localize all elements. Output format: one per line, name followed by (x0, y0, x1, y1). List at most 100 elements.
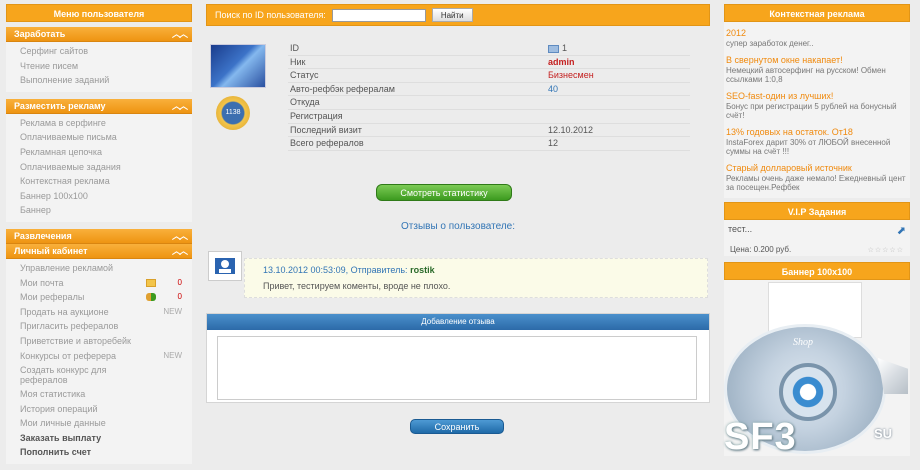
search-input[interactable] (331, 8, 426, 22)
review-text: Привет, тестируем коменты, вроде не плох… (263, 281, 451, 291)
ad-title[interactable]: В свернутом окне накапает! (726, 55, 910, 65)
rating-stars: ☆☆☆☆☆ (867, 247, 904, 254)
review-header: 13.10.2012 00:53:09, Отправитель: rostik (263, 265, 707, 275)
chevron-up-icon[interactable]: ︿︿ (172, 229, 188, 244)
gear-icon (779, 363, 837, 421)
ad-item[interactable]: Старый долларовый источник Рекламы очень… (726, 163, 910, 192)
profile-row-id: ID 1 (288, 42, 690, 56)
ad-title[interactable]: 13% годовых на остаток. От18 (726, 127, 910, 137)
add-review-panel: Добавление отзыва (206, 313, 710, 403)
sidebar-item-history[interactable]: История операций (6, 402, 192, 417)
sidebar-item-label: Мои рефералы (20, 292, 85, 303)
review-textarea[interactable] (217, 336, 697, 400)
reviewer-avatar (208, 251, 242, 281)
sidebar-item-surfing[interactable]: Серфинг сайтов (6, 44, 192, 59)
sidebar-item-label: Продать на аукционе (20, 306, 109, 317)
sidebar-item-invite[interactable]: Пригласить рефералов (6, 319, 192, 334)
sidebar-item-greeting[interactable]: Приветствие и авторебейк (6, 334, 192, 349)
save-button[interactable]: Сохранить (410, 419, 504, 434)
sidebar-item-paid-mails[interactable]: Оплачиваемые письма (6, 130, 192, 145)
earn-menu-list: Серфинг сайтов Чтение писем Выполнение з… (6, 42, 192, 92)
sidebar-item-paid-tasks[interactable]: Оплачиваемые задания (6, 160, 192, 175)
sidebar-item-my-stats[interactable]: Моя статистика (6, 387, 192, 402)
ad-desc: Бонус при регистрации 5 рублей на бонусн… (726, 102, 897, 120)
profile-row-last-visit: Последний визит 12.10.2012 (288, 124, 690, 138)
search-button[interactable]: Найти (431, 8, 473, 22)
advertise-menu-list: Реклама в серфинге Оплачиваемые письма Р… (6, 113, 192, 222)
sidebar-item-personal-data[interactable]: Мои личные данные (6, 416, 192, 431)
vip-task[interactable]: тест... ⬈ Цена: 0.200 руб. ☆☆☆☆☆ (724, 220, 910, 256)
banner-area[interactable]: Shop SF3 SU (724, 280, 910, 458)
ad-desc: супер заработок денег.. (726, 39, 814, 48)
user-search-bar: Поиск по ID пользователя: Найти (206, 4, 710, 26)
profile-row-status: Статус Бизнесмен (288, 69, 690, 83)
view-stats-button[interactable]: Смотреть статистику (376, 184, 512, 201)
profile-key: Всего рефералов (290, 138, 364, 149)
sidebar-item-withdraw[interactable]: Заказать выплату (6, 431, 192, 446)
sidebar-item-contests[interactable]: Конкурсы от реферера NEW (6, 349, 192, 364)
ad-item[interactable]: В свернутом окне накапает! Немецкий авто… (726, 55, 910, 84)
sidebar-item-tasks[interactable]: Выполнение заданий (6, 73, 192, 88)
section-earn-label: Заработать (14, 29, 66, 39)
vip-task-price: Цена: 0.200 руб. (730, 245, 792, 254)
context-ads-list: 2012 супер заработок денег.. В свернутом… (724, 22, 910, 198)
profile-row-from: Откуда (288, 96, 690, 110)
reviews-title: Отзывы о пользователе: (401, 221, 515, 232)
profile-last-visit-value: 12.10.2012 (548, 124, 594, 135)
section-cabinet[interactable]: Личный кабинет ︿︿ (6, 243, 192, 259)
vip-task-text[interactable]: тест... (728, 224, 906, 234)
profile-key: Регистрация (290, 110, 343, 121)
ad-title[interactable]: SEO-fast-один из лучших! (726, 91, 910, 101)
ad-item[interactable]: 2012 супер заработок денег.. (726, 28, 910, 48)
sidebar-item-label: Мои почта (20, 277, 64, 288)
sidebar-item-banner[interactable]: Баннер (6, 203, 192, 218)
sidebar-item-create-contest[interactable]: Создать конкурс для рефералов (6, 363, 192, 387)
mail-count: 0 (177, 277, 182, 287)
chevron-up-icon[interactable]: ︿︿ (172, 27, 188, 42)
arrow-icon[interactable]: ⬈ (897, 224, 906, 237)
section-cabinet-label: Личный кабинет (14, 245, 88, 256)
cabinet-menu-list: Управление рекламой Мои почта 0 Мои рефе… (6, 258, 192, 465)
context-ads-title: Контекстная реклама (724, 4, 910, 22)
vip-tasks-title: V.I.P Задания (724, 202, 910, 220)
logo-domain-text: SU (874, 426, 893, 441)
section-earn[interactable]: Заработать ︿︿ (6, 27, 192, 42)
sidebar-item-topup[interactable]: Пополнить счет (6, 445, 192, 460)
profile-status-value: Бизнесмен (548, 70, 594, 81)
ad-item[interactable]: 13% годовых на остаток. От18 InstaForex … (726, 127, 910, 156)
user-icon (215, 258, 235, 274)
sidebar-item-ad-chain[interactable]: Рекламная цепочка (6, 145, 192, 160)
right-sidebar: Контекстная реклама 2012 супер заработок… (724, 4, 910, 458)
section-advertise-label: Разместить рекламу (14, 100, 106, 111)
logo-shop-text: Shop (793, 337, 813, 348)
profile-value: 1 (548, 42, 567, 56)
logo-main-text: SF3 (724, 416, 797, 458)
sidebar-item-ad-manage[interactable]: Управление рекламой (6, 261, 192, 276)
add-review-title: Добавление отзыва (207, 314, 709, 330)
profile-row-registration: Регистрация (288, 110, 690, 124)
ad-desc: InstaForex дарит 30% от ЛЮБОЙ внесенной … (726, 138, 891, 156)
section-advertise[interactable]: Разместить рекламу ︿︿ (6, 98, 192, 114)
search-label: Поиск по ID пользователя: (215, 10, 326, 20)
rating-badge: 1138 (216, 96, 250, 130)
chevron-up-icon[interactable]: ︿︿ (172, 244, 188, 259)
section-entertainment-label: Развлечения (14, 230, 72, 241)
sidebar-item-surf-ads[interactable]: Реклама в серфинге (6, 116, 192, 131)
review-sender[interactable]: rostik (410, 265, 435, 275)
sidebar-item-my-referrals[interactable]: Мои рефералы 0 (6, 290, 192, 305)
sidebar-item-context-ads[interactable]: Контекстная реклама (6, 174, 192, 189)
profile-key: Статус (290, 70, 319, 81)
sidebar-item-read-mail[interactable]: Чтение писем (6, 59, 192, 74)
profile-key: Ник (290, 56, 306, 67)
sidebar-item-banner-100[interactable]: Баннер 100х100 (6, 189, 192, 204)
section-entertainment[interactable]: Развлечения ︿︿ (6, 228, 192, 244)
sidebar-item-label: Конкурсы от реферера (20, 350, 117, 361)
chevron-up-icon[interactable]: ︿︿ (172, 99, 188, 114)
sidebar-item-auction[interactable]: Продать на аукционе NEW (6, 305, 192, 320)
ad-title[interactable]: 2012 (726, 28, 910, 38)
sidebar-item-my-mail[interactable]: Мои почта 0 (6, 276, 192, 291)
ad-title[interactable]: Старый долларовый источник (726, 163, 910, 173)
ad-desc: Рекламы очень даже немало! Ежедневный це… (726, 174, 906, 192)
ad-item[interactable]: SEO-fast-один из лучших! Бонус при регис… (726, 91, 910, 120)
mail-icon[interactable] (548, 44, 559, 53)
